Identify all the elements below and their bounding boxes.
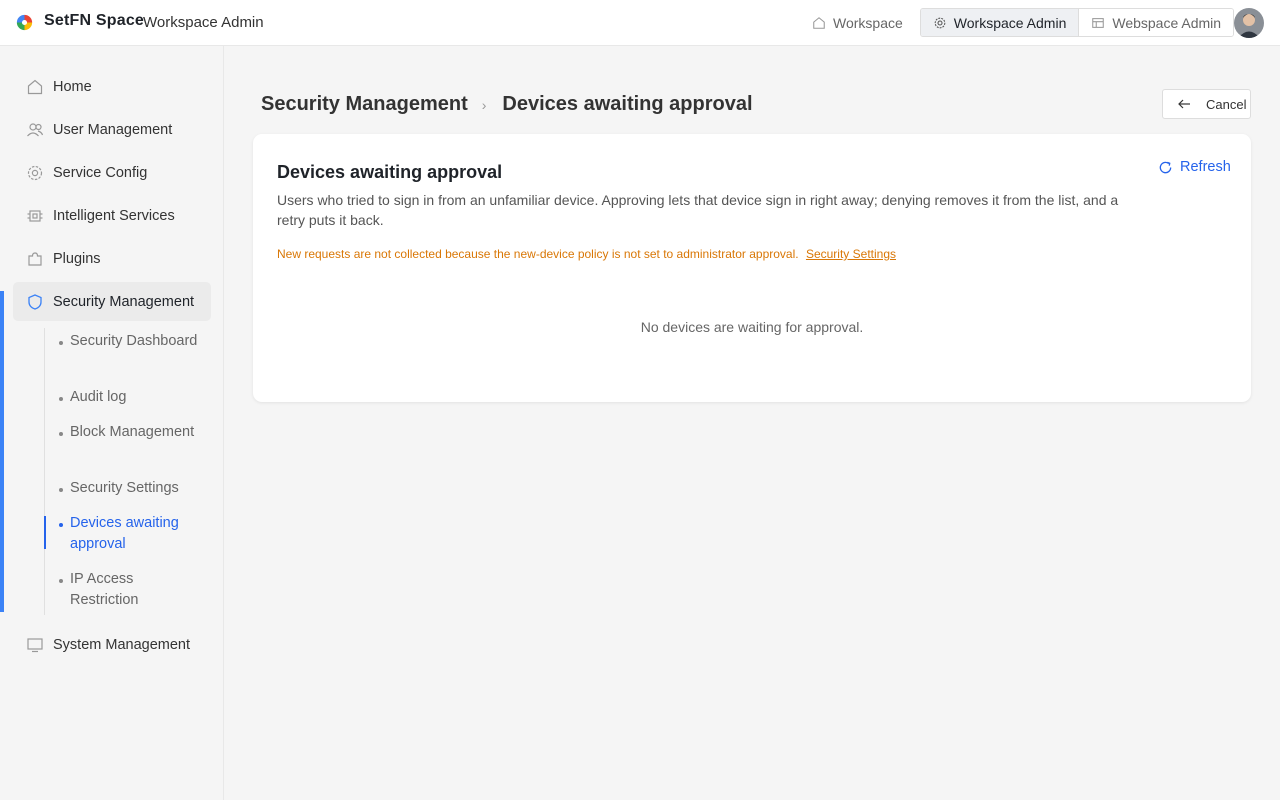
nav-workspace[interactable]: Workspace bbox=[800, 8, 915, 37]
sidebar-item-label: Security Management bbox=[53, 293, 195, 310]
subitem-audit-log[interactable]: Audit log bbox=[55, 387, 205, 408]
shield-icon bbox=[28, 293, 42, 310]
sidebar-item-user-management[interactable]: User Management bbox=[13, 110, 211, 149]
nav-segment: Workspace Admin Webspace Admin bbox=[919, 8, 1235, 37]
gear-icon bbox=[27, 165, 43, 180]
refresh-button[interactable]: Refresh bbox=[1158, 159, 1231, 175]
nav-workspace-label: Workspace bbox=[833, 14, 903, 31]
top-bar: SetFN Space Workspace Admin Workspace Wo… bbox=[0, 0, 1280, 46]
brand-name: SetFN Space bbox=[44, 12, 145, 29]
nav-workspace-admin[interactable]: Workspace Admin bbox=[920, 9, 1080, 36]
cancel-button-label: Cancel bbox=[1206, 96, 1247, 112]
sidebar-item-label: Plugins bbox=[53, 250, 101, 267]
subitem-devices-awaiting-approval[interactable]: Devices awaiting approval bbox=[55, 513, 205, 555]
submenu-active-bar bbox=[44, 516, 46, 549]
sidebar-item-intelligent-services[interactable]: Intelligent Services bbox=[13, 196, 211, 235]
breadcrumb-parent[interactable]: Security Management bbox=[261, 93, 468, 116]
chip-icon bbox=[27, 209, 43, 222]
sidebar-item-label: User Management bbox=[53, 121, 173, 138]
breadcrumb-current: Devices awaiting approval bbox=[502, 93, 753, 115]
policy-warning: New requests are not collected because t… bbox=[277, 247, 896, 261]
subitem-security-settings[interactable]: Security Settings bbox=[55, 478, 205, 499]
devices-card: Devices awaiting approval Refresh Users … bbox=[253, 134, 1251, 402]
submenu-rail bbox=[44, 328, 45, 615]
sidebar-item-plugins[interactable]: Plugins bbox=[13, 239, 211, 278]
chevron-right-icon: › bbox=[481, 96, 487, 113]
sidebar-item-label: Intelligent Services bbox=[53, 207, 175, 224]
sidebar-item-label: Home bbox=[53, 78, 92, 95]
sidebar-item-label: Service Config bbox=[53, 164, 148, 181]
subitem-security-dashboard[interactable]: Security Dashboard bbox=[55, 331, 205, 352]
card-title: Devices awaiting approval bbox=[277, 162, 503, 182]
breadcrumb: Security Management › Devices awaiting a… bbox=[261, 93, 753, 116]
security-settings-link[interactable]: Security Settings bbox=[806, 247, 896, 261]
subitem-block-management[interactable]: Block Management bbox=[55, 422, 205, 443]
nav-workspace-admin-label: Workspace Admin bbox=[953, 14, 1067, 31]
sidebar-item-home[interactable]: Home bbox=[13, 67, 211, 106]
sidebar-active-rail bbox=[0, 291, 4, 612]
arrow-left-icon bbox=[1178, 99, 1190, 109]
subitem-ip-access-restriction[interactable]: IP Access Restriction bbox=[55, 569, 205, 611]
nav-webspace-admin[interactable]: Webspace Admin bbox=[1079, 9, 1234, 36]
layout-icon bbox=[1092, 17, 1105, 28]
brand-subtitle: Workspace Admin bbox=[143, 14, 264, 31]
sidebar: Home User Management Service Config Inte… bbox=[0, 46, 224, 800]
logo-icon bbox=[16, 14, 33, 31]
users-icon bbox=[27, 122, 44, 136]
monitor-icon bbox=[27, 637, 43, 652]
avatar-image bbox=[1234, 8, 1264, 38]
sidebar-item-security-management[interactable]: Security Management bbox=[13, 282, 211, 321]
sidebar-item-service-config[interactable]: Service Config bbox=[13, 153, 211, 192]
cancel-button[interactable]: Cancel bbox=[1162, 89, 1251, 119]
top-nav: Workspace Workspace Admin Webspace Admin bbox=[800, 8, 1235, 37]
gear-icon bbox=[934, 17, 946, 28]
nav-webspace-admin-label: Webspace Admin bbox=[1112, 14, 1222, 31]
empty-state-text: No devices are waiting for approval. bbox=[640, 319, 864, 335]
policy-warning-text: New requests are not collected because t… bbox=[277, 247, 799, 261]
sidebar-item-system-management[interactable]: System Management bbox=[13, 625, 211, 664]
avatar[interactable] bbox=[1234, 8, 1264, 38]
refresh-icon bbox=[1159, 161, 1172, 173]
home-icon bbox=[27, 79, 43, 94]
puzzle-icon bbox=[28, 251, 42, 266]
card-description: Users who tried to sign in from an unfam… bbox=[277, 192, 1119, 228]
sidebar-item-label: System Management bbox=[53, 636, 191, 653]
home-icon bbox=[813, 16, 825, 29]
refresh-label: Refresh bbox=[1180, 159, 1231, 175]
